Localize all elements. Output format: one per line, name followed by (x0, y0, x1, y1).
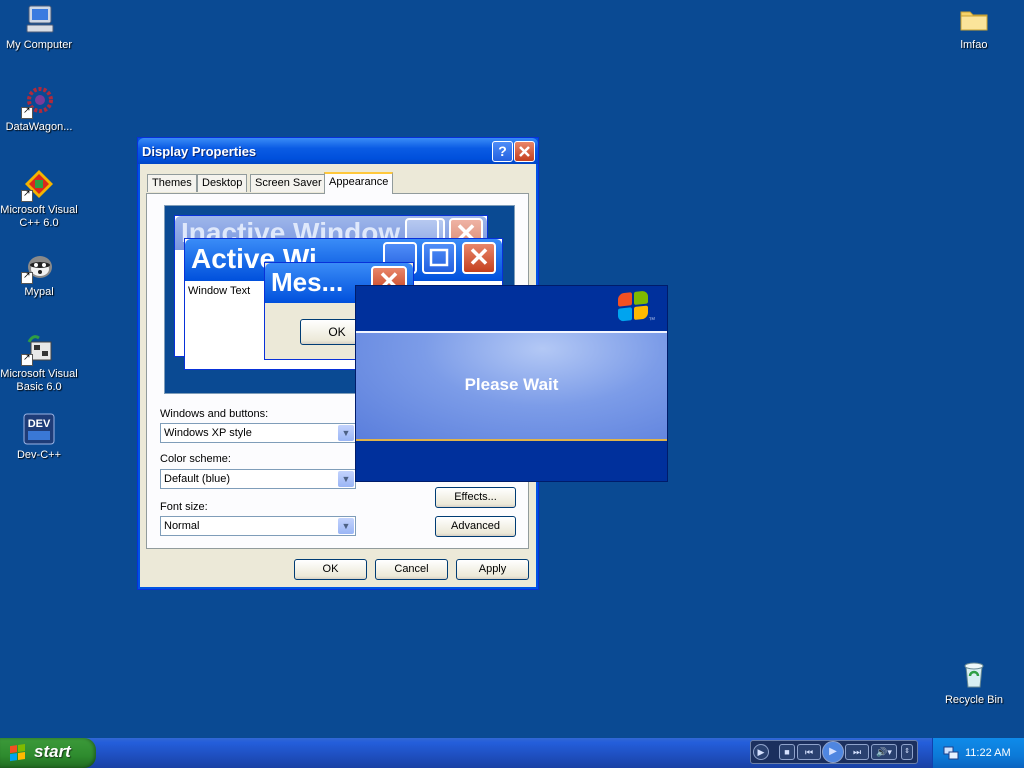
logo-trademark: TM (649, 315, 655, 322)
desktop-icon-mypal[interactable]: Mypal (0, 250, 78, 299)
desktop-icon-label: Microsoft Visual C++ 6.0 (0, 204, 78, 229)
preview-close-icon: ✕ (462, 242, 496, 274)
close-button[interactable] (514, 141, 535, 162)
desktop-icon-label: DataWagon... (5, 121, 73, 133)
close-icon (519, 146, 530, 157)
desktop-icon-label: Mypal (24, 286, 54, 298)
color-scheme-value: Default (blue) (164, 473, 231, 485)
color-scheme-label: Color scheme: (160, 453, 231, 465)
desktop-icon-lmfao-folder[interactable]: lmfao (935, 3, 1013, 52)
desktop-icon-label: lmfao (960, 39, 988, 51)
desktop-icon-my-computer[interactable]: My Computer (0, 3, 78, 52)
recycle-bin-icon (958, 658, 990, 690)
windows-flag-icon (10, 744, 26, 762)
taskbar: start ▶ ■ ⏮ ▶ ⏭ 🔊▾ ⇕ 11:22 AM (0, 738, 1024, 768)
ok-button[interactable]: OK (294, 559, 367, 580)
dialog-title: Display Properties (142, 144, 257, 159)
font-size-select[interactable]: Normal ▼ (160, 516, 356, 536)
shortcut-arrow-icon (21, 270, 33, 284)
media-options-icon[interactable]: ⇕ (901, 744, 913, 760)
my-computer-icon (23, 3, 55, 35)
desktop-icon-datawagon[interactable]: DataWagon... (0, 85, 78, 134)
desktop-icon-dev-cpp[interactable]: DEV Dev-C++ (0, 413, 78, 462)
shortcut-arrow-icon (21, 105, 33, 119)
preview-message-title: Mes... (271, 267, 344, 297)
font-size-label: Font size: (160, 501, 208, 513)
chevron-down-icon[interactable]: ▼ (338, 471, 354, 487)
color-scheme-select[interactable]: Default (blue) ▼ (160, 469, 356, 489)
media-next-icon[interactable]: ⏭ (845, 744, 869, 760)
folder-icon (958, 3, 990, 35)
desktop-icon-label: Microsoft Visual Basic 6.0 (0, 368, 78, 393)
media-play-icon[interactable]: ▶ (822, 741, 844, 763)
font-size-value: Normal (164, 520, 200, 532)
apply-button[interactable]: Apply (456, 559, 529, 580)
desktop-icon-recycle-bin[interactable]: Recycle Bin (935, 658, 1013, 707)
shortcut-arrow-icon (21, 188, 33, 202)
datawagon-icon (21, 85, 55, 119)
chevron-down-icon[interactable]: ▼ (338, 518, 354, 534)
media-restore-icon[interactable]: ▶ (753, 744, 769, 760)
windows-buttons-value: Windows XP style (164, 427, 252, 439)
desktop-icon-visual-cpp[interactable]: Microsoft Visual C++ 6.0 (0, 168, 78, 230)
media-stop-icon[interactable]: ■ (779, 744, 795, 760)
please-wait-splash: TM Please Wait (355, 285, 668, 482)
dialog-title-bar[interactable]: Display Properties ? (138, 138, 538, 164)
clock[interactable]: 11:22 AM (965, 747, 1011, 759)
tab-screen-saver[interactable]: Screen Saver (250, 174, 327, 192)
media-player-toolbar: ▶ ■ ⏮ ▶ ⏭ 🔊▾ ⇕ (750, 740, 918, 764)
preview-maximize-icon (422, 242, 456, 274)
preview-window-text: Window Text (188, 285, 251, 297)
desktop-icon-label: Recycle Bin (944, 694, 1004, 706)
network-icon[interactable] (943, 745, 959, 761)
system-tray: 11:22 AM (932, 738, 1024, 768)
desktop-icon-visual-basic[interactable]: Microsoft Visual Basic 6.0 (0, 332, 78, 394)
desktop-icon-label: Dev-C++ (16, 449, 62, 461)
please-wait-message: Please Wait (464, 375, 559, 394)
advanced-button[interactable]: Advanced (435, 516, 516, 537)
desktop-icon-label: My Computer (5, 39, 73, 51)
cancel-button[interactable]: Cancel (375, 559, 448, 580)
effects-button[interactable]: Effects... (435, 487, 516, 508)
tab-themes[interactable]: Themes (147, 174, 197, 192)
tab-desktop[interactable]: Desktop (197, 174, 248, 192)
visual-basic-icon (21, 332, 55, 366)
windows-buttons-select[interactable]: Windows XP style ▼ (160, 423, 356, 443)
tab-appearance[interactable]: Appearance (324, 172, 394, 194)
chevron-down-icon[interactable]: ▼ (338, 425, 354, 441)
dev-cpp-icon: DEV (23, 413, 55, 445)
help-button[interactable]: ? (492, 141, 513, 162)
shortcut-arrow-icon (21, 352, 33, 366)
media-volume-icon[interactable]: 🔊▾ (871, 744, 897, 760)
media-previous-icon[interactable]: ⏮ (797, 744, 821, 760)
windows-buttons-label: Windows and buttons: (160, 408, 269, 420)
start-button[interactable]: start (0, 738, 96, 768)
svg-text:DEV: DEV (28, 418, 51, 430)
start-label: start (34, 742, 71, 761)
visual-cpp-icon (21, 168, 55, 202)
mypal-icon (21, 250, 55, 284)
windows-logo-icon: TM (618, 290, 655, 323)
